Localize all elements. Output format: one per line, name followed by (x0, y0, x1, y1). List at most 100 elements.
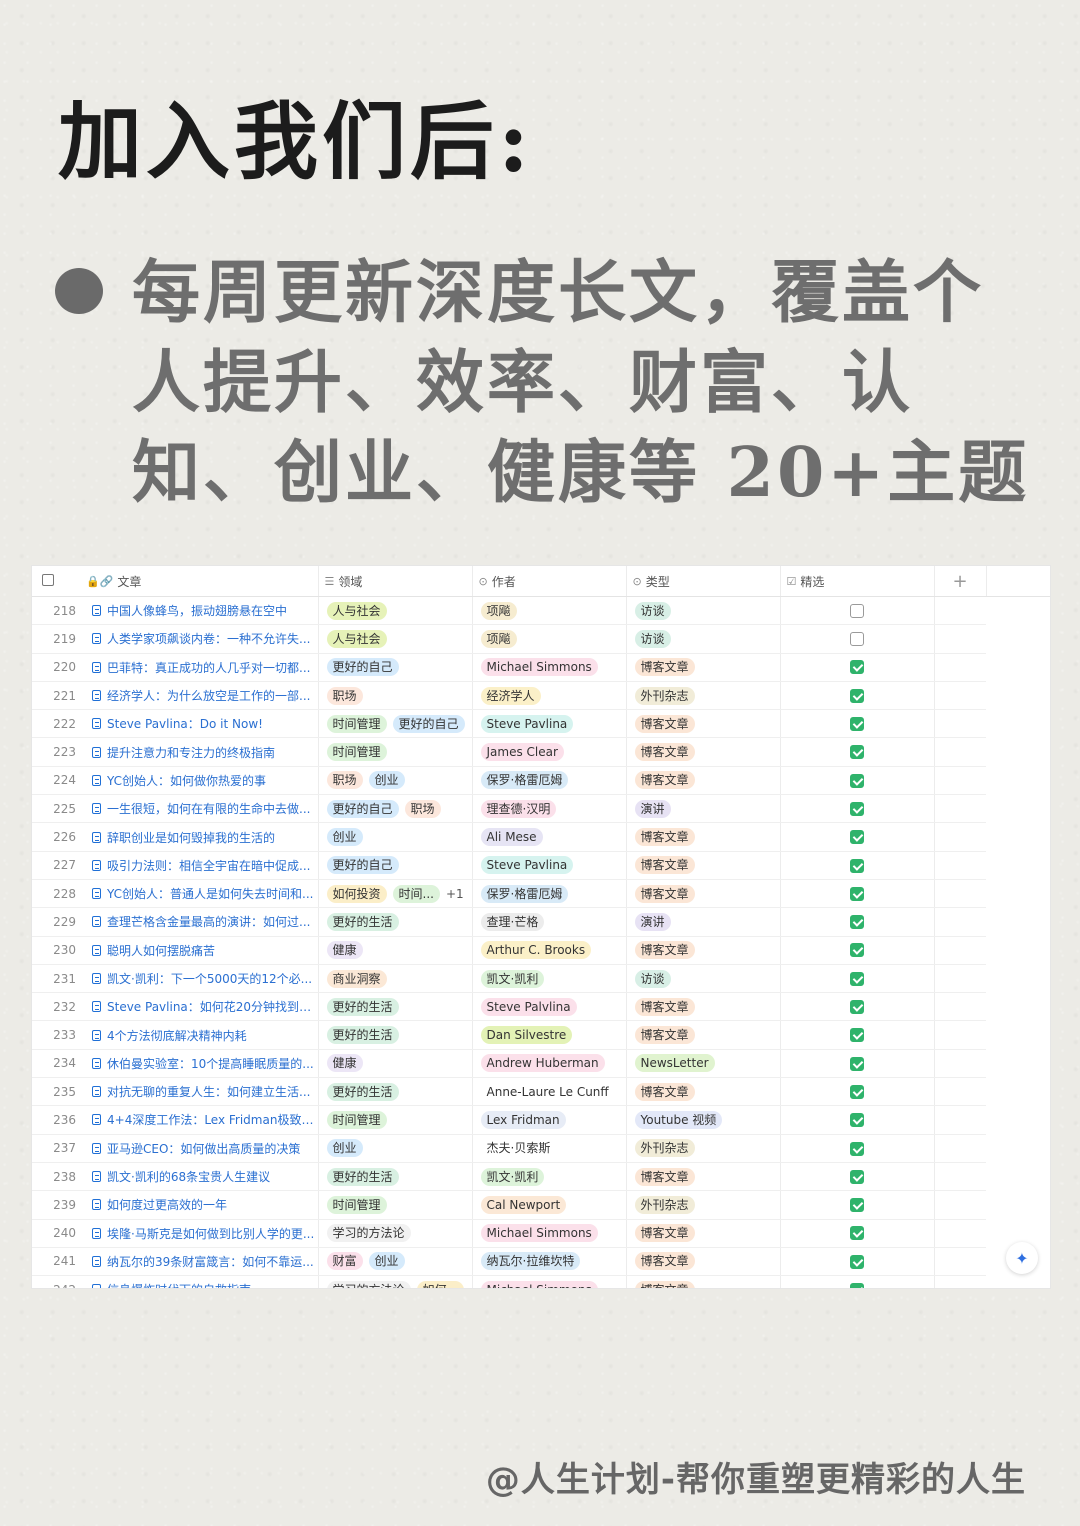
select-all-checkbox[interactable] (42, 573, 54, 586)
author-tag[interactable]: Arthur C. Brooks (480, 941, 592, 960)
header-selected[interactable]: ☑ 精选 (780, 566, 935, 597)
table-row[interactable]: 224 YC创始人：如何做你热爱的事 职场 创业 保罗·格雷厄姆 博客文章 (32, 766, 1050, 796)
article-title-link[interactable]: 休伯曼实验室：10个提高睡眠质量的... (107, 1055, 314, 1072)
title-cell[interactable]: 226 辞职创业是如何毁掉我的生活的 (32, 822, 319, 852)
type-tag[interactable]: 访谈 (634, 969, 671, 988)
title-cell[interactable]: 236 4+4深度工作法：Lex Fridman极致高... (32, 1105, 319, 1135)
table-row[interactable]: 227 吸引力法则：相信全宇宙在暗中促成... 更好的自己 Steve Pavl… (32, 851, 1050, 880)
selected-cell[interactable] (780, 624, 935, 654)
type-cell[interactable]: 博客文章 (626, 1247, 781, 1277)
title-cell[interactable]: 234 休伯曼实验室：10个提高睡眠质量的... (32, 1049, 319, 1079)
field-cell[interactable]: 学习的方法论如何... (318, 1275, 473, 1288)
selected-cell[interactable] (780, 964, 935, 994)
field-tag[interactable]: 创业 (326, 828, 363, 847)
type-cell[interactable]: 访谈 (626, 596, 781, 626)
field-tag[interactable]: 更好的生活 (326, 1026, 399, 1045)
type-tag[interactable]: 访谈 (634, 629, 671, 648)
type-tag[interactable]: 演讲 (634, 912, 671, 931)
article-title-link[interactable]: 凯文·凯利的68条宝贵人生建议 (107, 1168, 270, 1185)
article-title-link[interactable]: 吸引力法则：相信全宇宙在暗中促成... (107, 857, 310, 874)
author-tag[interactable]: Lex Fridman (480, 1110, 566, 1129)
type-cell[interactable]: 博客文章 (626, 1077, 781, 1107)
field-tag[interactable]: 创业 (368, 1252, 405, 1271)
article-title-link[interactable]: 查理芒格含金量最高的演讲：如何过... (107, 913, 310, 930)
field-tag[interactable]: 更好的生活 (326, 997, 399, 1016)
author-cell[interactable]: Ali Mese (472, 822, 627, 852)
field-tag[interactable]: 人与社会 (326, 629, 387, 648)
table-row[interactable]: 221 经济学人：为什么放空是工作的一部... 职场 经济学人 外刊杂志 (32, 681, 1050, 711)
selected-cell[interactable] (780, 879, 935, 909)
field-tag[interactable]: 创业 (368, 771, 405, 790)
author-cell[interactable]: Lex Fridman (472, 1105, 627, 1135)
table-row[interactable]: 223 提升注意力和专注力的终极指南 时间管理 James Clear 博客文章 (32, 737, 1050, 767)
field-tag[interactable]: 职场 (404, 799, 441, 818)
field-tag[interactable]: 更好的自己 (326, 856, 399, 875)
selected-checkbox[interactable] (850, 858, 864, 873)
author-tag[interactable]: Steve Pavlina (480, 856, 574, 875)
selected-cell[interactable] (780, 794, 935, 824)
article-title-link[interactable]: 中国人像蜂鸟，振动翅膀悬在空中 (107, 602, 287, 619)
table-row[interactable]: 238 凯文·凯利的68条宝贵人生建议 更好的生活 凯文·凯利 博客文章 (32, 1162, 1050, 1192)
type-tag[interactable]: 博客文章 (634, 714, 695, 733)
table-row[interactable]: 237 亚马逊CEO：如何做出高质量的决策 创业 杰夫·贝索斯 外刊杂志 (32, 1134, 1050, 1163)
author-tag[interactable]: Anne-Laure Le Cunff (480, 1082, 615, 1101)
author-tag[interactable]: James Clear (480, 743, 564, 762)
author-cell[interactable]: Arthur C. Brooks (472, 936, 627, 965)
title-cell[interactable]: 223 提升注意力和专注力的终极指南 (32, 737, 319, 767)
table-row[interactable]: 234 休伯曼实验室：10个提高睡眠质量的... 健康 Andrew Huber… (32, 1049, 1050, 1079)
more-tags-count[interactable]: +1 (446, 887, 464, 901)
article-title-link[interactable]: 经济学人：为什么放空是工作的一部... (107, 687, 310, 704)
selected-cell[interactable] (780, 907, 935, 937)
author-cell[interactable]: 保罗·格雷厄姆 (472, 879, 627, 909)
field-tag[interactable]: 创业 (326, 1139, 363, 1158)
type-tag[interactable]: 博客文章 (634, 884, 695, 903)
type-cell[interactable]: 演讲 (626, 907, 781, 937)
selected-cell[interactable] (780, 653, 935, 682)
author-tag[interactable]: 项飚 (480, 629, 517, 648)
selected-checkbox[interactable] (850, 717, 864, 732)
selected-cell[interactable] (780, 596, 935, 626)
type-tag[interactable]: 博客文章 (634, 1082, 695, 1101)
type-tag[interactable]: 演讲 (634, 799, 671, 818)
selected-cell[interactable] (780, 1077, 935, 1107)
type-cell[interactable]: 博客文章 (626, 936, 781, 965)
field-cell[interactable]: 更好的生活 (318, 1077, 473, 1107)
table-row[interactable]: 235 对抗无聊的重复人生：如何建立生活... 更好的生活 Anne-Laure… (32, 1077, 1050, 1107)
author-cell[interactable]: Michael Simmons (472, 653, 627, 682)
table-row[interactable]: 220 巴菲特：真正成功的人几乎对一切都... 更好的自己 Michael Si… (32, 653, 1050, 682)
title-cell[interactable]: 225 一生很短，如何在有限的生命中去做... (32, 794, 319, 824)
selected-checkbox[interactable] (850, 1028, 864, 1043)
table-row[interactable]: 222 Steve Pavlina：Do it Now! 时间管理 更好的自己 S… (32, 709, 1050, 739)
field-cell[interactable]: 如何投资 时间... +1 (318, 879, 473, 909)
type-cell[interactable]: NewsLetter (626, 1049, 781, 1079)
selected-cell[interactable] (780, 1190, 935, 1220)
type-tag[interactable]: 博客文章 (634, 1167, 695, 1186)
article-title-link[interactable]: 辞职创业是如何毁掉我的生活的 (107, 829, 275, 846)
title-cell[interactable]: 221 经济学人：为什么放空是工作的一部... (32, 681, 319, 711)
author-cell[interactable]: 凯文·凯利 (472, 1162, 627, 1192)
type-cell[interactable]: 博客文章 (626, 822, 781, 852)
title-cell[interactable]: 232 Steve Pavlina：如何花20分钟找到人... (32, 992, 319, 1022)
field-tag[interactable]: 更好的自己 (392, 714, 465, 733)
field-cell[interactable]: 更好的生活 (318, 1020, 473, 1050)
type-cell[interactable]: 博客文章 (626, 992, 781, 1022)
field-cell[interactable]: 时间管理 (318, 1190, 473, 1220)
article-title-link[interactable]: 凯文·凯利：下一个5000天的12个必... (107, 970, 312, 987)
author-cell[interactable]: Michael Simmons (472, 1275, 627, 1288)
field-cell[interactable]: 职场 创业 (318, 766, 473, 796)
selected-checkbox[interactable] (850, 971, 864, 986)
field-cell[interactable]: 更好的自己 职场 (318, 794, 473, 824)
field-cell[interactable]: 时间管理 (318, 737, 473, 767)
author-cell[interactable]: Steve Palvlina (472, 992, 627, 1022)
field-tag[interactable]: 更好的自己 (326, 658, 399, 677)
field-tag[interactable]: 更好的生活 (326, 1167, 399, 1186)
selected-cell[interactable] (780, 766, 935, 796)
table-row[interactable]: 231 凯文·凯利：下一个5000天的12个必... 商业洞察 凯文·凯利 访谈 (32, 964, 1050, 994)
type-tag[interactable]: 博客文章 (634, 1224, 695, 1243)
field-tag[interactable]: 人与社会 (326, 601, 387, 620)
author-tag[interactable]: 杰夫·贝索斯 (480, 1139, 557, 1158)
author-tag[interactable]: Steve Pavlina (480, 714, 574, 733)
title-cell[interactable]: 220 巴菲特：真正成功的人几乎对一切都... (32, 653, 319, 682)
author-cell[interactable]: 项飚 (472, 624, 627, 654)
author-cell[interactable]: Michael Simmons (472, 1219, 627, 1248)
